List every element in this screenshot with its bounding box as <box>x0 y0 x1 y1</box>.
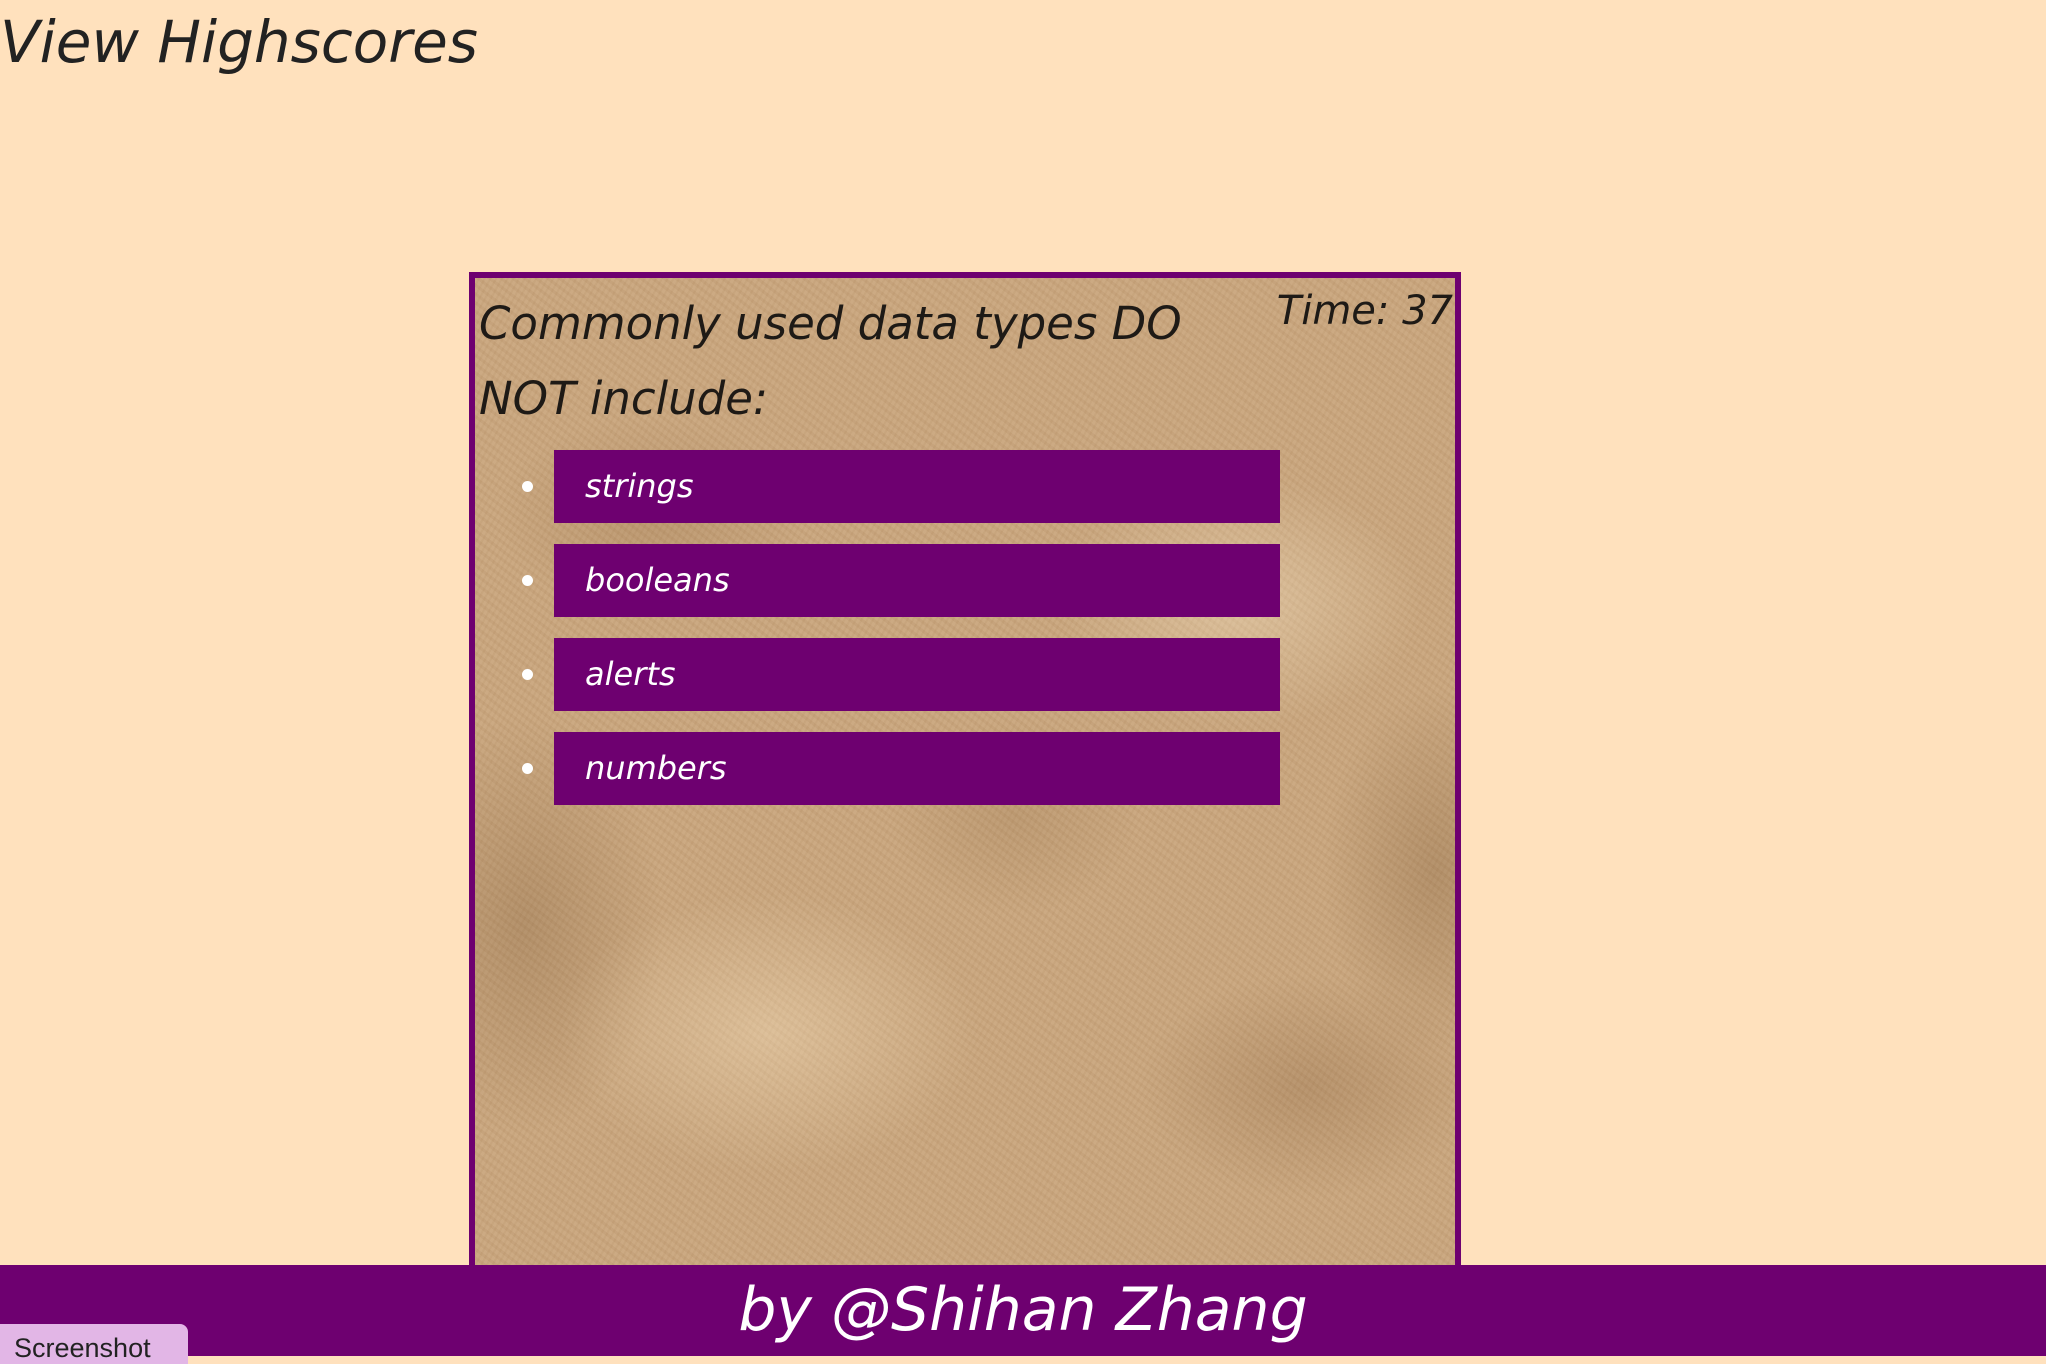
view-highscores-link[interactable]: View Highscores <box>0 8 478 76</box>
bullet-icon <box>522 575 533 586</box>
answer-button-alerts[interactable]: alerts <box>554 638 1280 711</box>
footer-credit: by @Shihan Zhang <box>738 1275 1308 1345</box>
answer-button-booleans[interactable]: booleans <box>554 544 1280 617</box>
timer: Time: 37 <box>1276 288 1453 334</box>
bullet-icon <box>522 669 533 680</box>
footer: by @Shihan Zhang <box>0 1265 2046 1356</box>
bullet-icon <box>522 763 533 774</box>
bullet-icon <box>522 481 533 492</box>
answer-button-numbers[interactable]: numbers <box>554 732 1280 805</box>
answer-button-strings[interactable]: strings <box>554 450 1280 523</box>
screenshot-button[interactable]: Screenshot <box>0 1324 188 1364</box>
quiz-card: Commonly used data types DO NOT include:… <box>469 272 1461 1356</box>
question-text: Commonly used data types DO NOT include: <box>479 297 1182 425</box>
